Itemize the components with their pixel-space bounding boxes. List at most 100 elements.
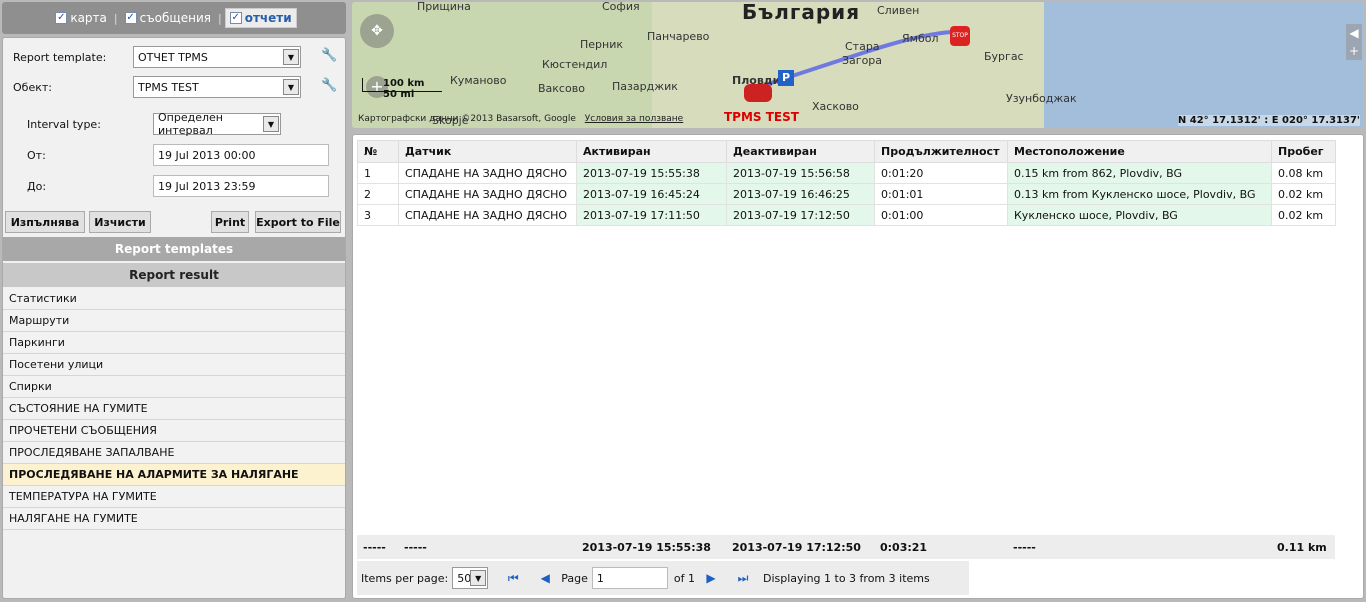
export-button[interactable]: Export to File bbox=[255, 211, 341, 233]
list-item[interactable]: ПРОСЛЕДЯВАНЕ ЗАПАЛВАНЕ bbox=[3, 442, 345, 464]
terms-link[interactable]: Условия за ползване bbox=[585, 114, 683, 124]
map-place-label: Панчарево bbox=[647, 30, 710, 43]
map-place-label: Пазарджик bbox=[612, 80, 678, 93]
column-header[interactable]: Датчик bbox=[398, 140, 577, 163]
tab-separator: | bbox=[113, 11, 118, 25]
vehicle-icon[interactable] bbox=[744, 84, 772, 102]
chevron-down-icon[interactable]: ▼ bbox=[263, 116, 279, 132]
cell: 0:01:20 bbox=[874, 162, 1008, 184]
tab-map-label: карта bbox=[70, 11, 107, 25]
map-pan-control[interactable]: ✥ bbox=[360, 14, 394, 50]
tab-separator: | bbox=[217, 11, 222, 25]
list-item[interactable]: Спирки bbox=[3, 376, 345, 398]
map-place-label: Сливен bbox=[877, 4, 920, 17]
cell: 1 bbox=[357, 162, 399, 184]
checkbox-icon[interactable]: ✓ bbox=[229, 12, 242, 24]
prev-page-icon[interactable]: ◀ bbox=[534, 567, 556, 589]
items-per-page-value: 50 bbox=[457, 571, 472, 585]
chevron-down-icon[interactable]: ▼ bbox=[283, 79, 299, 95]
action-buttons: Изпълнява Изчисти Print Export to File bbox=[3, 211, 345, 235]
checkbox-icon[interactable]: ✓ bbox=[124, 12, 137, 24]
list-item[interactable]: ТЕМПЕРАТУРА НА ГУМИТЕ bbox=[3, 486, 345, 508]
column-header[interactable]: Местоположение bbox=[1007, 140, 1272, 163]
tab-map[interactable]: ✓ карта bbox=[51, 9, 111, 27]
map-place-label: Прищина bbox=[417, 2, 471, 13]
map-coordinates: N 42° 17.1312' : E 020° 17.3137' bbox=[1177, 115, 1360, 126]
interval-label: Interval type: bbox=[27, 117, 101, 131]
map-copyright-text: Картографски данни ©2013 Basarsoft, Goog… bbox=[358, 114, 576, 124]
table-row[interactable]: 2 СПАДАНЕ НА ЗАДНО ДЯСНО 2013-07-19 16:4… bbox=[357, 183, 1336, 205]
list-item[interactable]: Посетени улици bbox=[3, 354, 345, 376]
cell: СПАДАНЕ НА ЗАДНО ДЯСНО bbox=[398, 162, 577, 184]
total-cell: ----- bbox=[1013, 540, 1036, 554]
wrench-icon[interactable]: 🔧 bbox=[321, 78, 337, 93]
cell: 3 bbox=[357, 204, 399, 226]
to-date-input[interactable]: 19 Jul 2013 23:59 bbox=[153, 175, 329, 197]
map-place-label: Загора bbox=[842, 54, 883, 67]
next-page-icon[interactable]: ▶ bbox=[700, 567, 722, 589]
wrench-icon[interactable]: 🔧 bbox=[321, 48, 337, 63]
left-panel: ✓ карта | ✓ съобщения | ✓ отчети Report … bbox=[0, 0, 348, 602]
map-place-label: Ямбол bbox=[902, 32, 939, 45]
page-input[interactable]: 1 bbox=[591, 567, 668, 589]
table-totals-row: ----- ----- 2013-07-19 15:55:38 2013-07-… bbox=[357, 535, 1335, 559]
interval-value: Определен интервал bbox=[158, 111, 223, 137]
map-place-label: Узунбоджак bbox=[1006, 92, 1077, 105]
last-page-icon[interactable]: ⏭ bbox=[732, 567, 754, 589]
chevron-down-icon[interactable]: ▼ bbox=[470, 570, 487, 586]
clear-button[interactable]: Изчисти bbox=[89, 211, 151, 233]
total-cell: 2013-07-19 15:55:38 bbox=[582, 540, 711, 554]
map-view[interactable]: България Прищина София Сливен Перник Пан… bbox=[352, 2, 1364, 128]
map-side-control[interactable]: ◀ + bbox=[1346, 24, 1362, 60]
first-page-icon[interactable]: ⏮ bbox=[502, 567, 524, 589]
cell: СПАДАНЕ НА ЗАДНО ДЯСНО bbox=[398, 204, 577, 226]
display-info: Displaying 1 to 3 from 3 items bbox=[762, 571, 930, 585]
list-item[interactable]: Маршрути bbox=[3, 310, 345, 332]
parking-icon[interactable]: P bbox=[778, 70, 794, 86]
to-row: До: 19 Jul 2013 23:59 bbox=[27, 173, 329, 199]
cell: 2013-07-19 17:11:50 bbox=[576, 204, 727, 226]
list-item[interactable]: НАЛЯГАНЕ НА ГУМИТЕ bbox=[3, 508, 345, 530]
view-tabs: ✓ карта | ✓ съобщения | ✓ отчети bbox=[2, 2, 346, 34]
report-templates-header[interactable]: Report templates bbox=[3, 237, 345, 261]
column-header[interactable]: Продължителност bbox=[874, 140, 1008, 163]
tab-messages[interactable]: ✓ съобщения bbox=[121, 9, 215, 27]
items-per-page-select[interactable]: 50 ▼ bbox=[452, 567, 489, 589]
stop-icon[interactable]: STOP bbox=[950, 26, 970, 46]
print-button[interactable]: Print bbox=[211, 211, 249, 233]
execute-button[interactable]: Изпълнява bbox=[5, 211, 85, 233]
table-row[interactable]: 3 СПАДАНЕ НА ЗАДНО ДЯСНО 2013-07-19 17:1… bbox=[357, 204, 1336, 226]
chevron-down-icon[interactable]: ▼ bbox=[283, 49, 299, 65]
list-item[interactable]: СЪСТОЯНИЕ НА ГУМИТЕ bbox=[3, 398, 345, 420]
cell: 0.02 km bbox=[1271, 204, 1336, 226]
checkbox-icon[interactable]: ✓ bbox=[55, 12, 68, 24]
from-label: От: bbox=[27, 148, 46, 162]
column-header[interactable]: Активиран bbox=[576, 140, 727, 163]
template-label: Report template: bbox=[13, 50, 107, 64]
cell: 2013-07-19 17:12:50 bbox=[726, 204, 875, 226]
list-item[interactable]: Статистики bbox=[3, 288, 345, 310]
template-select[interactable]: ОТЧЕТ TPMS ▼ bbox=[133, 46, 301, 68]
from-date-input[interactable]: 19 Jul 2013 00:00 bbox=[153, 144, 329, 166]
table-row[interactable]: 1 СПАДАНЕ НА ЗАДНО ДЯСНО 2013-07-19 15:5… bbox=[357, 162, 1336, 184]
map-copyright: Картографски данни ©2013 Basarsoft, Goog… bbox=[358, 114, 683, 124]
template-value: ОТЧЕТ TPMS bbox=[138, 50, 208, 64]
report-result-list: Статистики Маршрути Паркинги Посетени ул… bbox=[3, 288, 345, 530]
column-header[interactable]: Деактивиран bbox=[726, 140, 875, 163]
object-row: Обект: TPMS TEST ▼ bbox=[13, 74, 301, 100]
object-label: Обект: bbox=[13, 80, 52, 94]
list-item[interactable]: ПРОЧЕТЕНИ СЪОБЩЕНИЯ bbox=[3, 420, 345, 442]
cell: 2013-07-19 16:46:25 bbox=[726, 183, 875, 205]
column-header[interactable]: № bbox=[357, 140, 399, 163]
list-item[interactable]: Паркинги bbox=[3, 332, 345, 354]
list-item-selected[interactable]: ПРОСЛЕДЯВАНЕ НА АЛАРМИТЕ ЗА НАЛЯГАНЕ bbox=[3, 464, 345, 486]
cell: 2013-07-19 16:45:24 bbox=[576, 183, 727, 205]
report-result-header[interactable]: Report result bbox=[3, 263, 345, 287]
map-place-label: Кюстендил bbox=[542, 58, 608, 71]
column-header[interactable]: Пробег bbox=[1271, 140, 1336, 163]
map-place-label: Вакcoвo bbox=[538, 82, 585, 95]
map-scale: 100 km 50 mi bbox=[362, 78, 442, 100]
object-select[interactable]: TPMS TEST ▼ bbox=[133, 76, 301, 98]
interval-select[interactable]: Определен интервал ▼ bbox=[153, 111, 281, 137]
tab-reports[interactable]: ✓ отчети bbox=[224, 8, 297, 28]
